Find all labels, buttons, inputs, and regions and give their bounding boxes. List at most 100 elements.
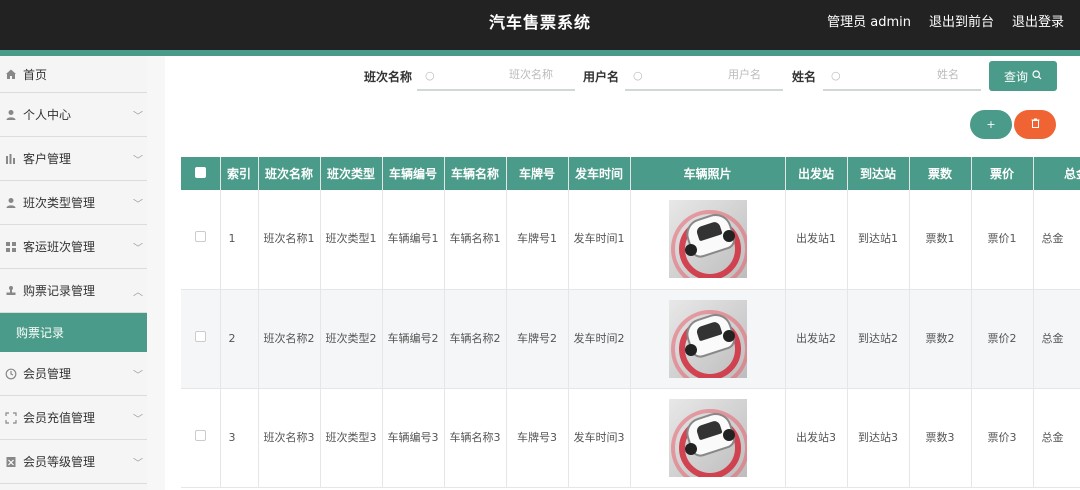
sidebar-item-ticket-records[interactable]: 购票记录管理 ︿	[0, 269, 147, 313]
table-cell: 票数3	[909, 388, 972, 488]
name-input[interactable]	[823, 68, 981, 81]
table-cell: 总金	[1033, 289, 1080, 389]
table-cell: 车辆名称3	[444, 388, 507, 488]
table-cell: 车辆编号2	[382, 289, 445, 389]
chart-icon	[4, 152, 18, 166]
table-cell: 票数1	[909, 190, 972, 290]
column-header: 出发站	[785, 157, 848, 190]
search-icon: ○	[633, 69, 643, 82]
table-cell: 车牌号3	[506, 388, 569, 488]
content-gutter	[147, 56, 165, 490]
column-header: 车辆照片	[630, 157, 786, 190]
name-field[interactable]: ○	[823, 60, 981, 91]
sidebar-item-shift-type[interactable]: 班次类型管理 ﹀	[0, 181, 147, 225]
sidebar-item-label: 购票记录管理	[23, 284, 96, 298]
chevron-down-icon: ﹀	[133, 111, 143, 122]
table-cell: 班次名称2	[258, 289, 321, 389]
username-field[interactable]: ○	[625, 60, 783, 91]
add-button[interactable]: +	[970, 110, 1012, 139]
delete-button[interactable]	[1014, 110, 1056, 139]
row-checkbox[interactable]	[194, 231, 206, 243]
select-all-checkbox[interactable]	[194, 166, 206, 178]
chevron-up-icon: ︿	[133, 287, 143, 298]
table-cell: 车辆名称2	[444, 289, 507, 389]
select-all-header[interactable]	[181, 157, 221, 190]
sidebar-item-members[interactable]: 会员管理 ﹀	[0, 352, 147, 396]
table-cell: 车牌号1	[506, 190, 569, 290]
sidebar-item-home[interactable]: 首页	[0, 56, 147, 93]
ticket-records-table: 索引 班次名称 班次类型 车辆编号 车辆名称 车牌号 发车时间 车辆照片 出发站…	[181, 157, 1080, 490]
top-header: 汽车售票系统 管理员 admin 退出到前台 退出登录	[0, 0, 1080, 50]
table-cell: 出发站2	[785, 289, 848, 389]
table-cell: 总金	[1033, 388, 1080, 488]
table-cell: 出发站3	[785, 388, 848, 488]
sidebar-item-label: 客运班次管理	[23, 240, 96, 254]
table-cell: 发车时间1	[568, 190, 631, 290]
vehicle-photo[interactable]	[668, 200, 747, 279]
vehicle-photo-cell	[630, 190, 786, 290]
search-icon	[1032, 69, 1042, 83]
row-checkbox[interactable]	[194, 429, 206, 441]
username-input[interactable]	[625, 68, 783, 81]
user-icon	[4, 196, 18, 210]
stamp-icon	[4, 284, 18, 298]
sidebar-item-label: 会员等级管理	[23, 455, 96, 469]
search-label-shift-name: 班次名称	[364, 70, 413, 84]
table-cell: 班次名称3	[258, 388, 321, 488]
search-icon: ○	[425, 69, 435, 82]
row-select-cell[interactable]	[181, 190, 221, 290]
vehicle-photo[interactable]	[668, 398, 747, 477]
table-cell: 票价2	[971, 289, 1034, 389]
shift-name-field[interactable]: ○	[417, 60, 575, 91]
column-header: 班次类型	[320, 157, 383, 190]
table-cell: 班次类型1	[320, 190, 383, 290]
sidebar-item-label: 客户管理	[23, 152, 72, 166]
logout-link[interactable]: 退出登录	[1012, 11, 1064, 30]
table-cell: 发车时间2	[568, 289, 631, 389]
search-label-name: 姓名	[792, 70, 817, 84]
table-cell: 车牌号2	[506, 289, 569, 389]
table-cell: 到达站1	[847, 190, 910, 290]
table-header-row: 索引 班次名称 班次类型 车辆编号 车辆名称 车牌号 发车时间 车辆照片 出发站…	[181, 157, 1080, 190]
row-checkbox[interactable]	[194, 330, 206, 342]
sidebar-subitem-ticket-record[interactable]: 购票记录	[0, 313, 147, 352]
table-cell: 票数2	[909, 289, 972, 389]
vehicle-photo-cell	[630, 388, 786, 488]
chevron-down-icon: ﹀	[133, 155, 143, 166]
table-row: 3 班次名称3 班次类型3 车辆编号3 车辆名称3 车牌号3 发车时间3 出发站…	[181, 388, 1080, 488]
index-cell: 2	[220, 289, 259, 389]
column-header: 到达站	[847, 157, 910, 190]
sidebar-item-member-recharge[interactable]: 会员充值管理 ﹀	[0, 396, 147, 440]
row-select-cell[interactable]	[181, 388, 221, 488]
sidebar-item-label: 会员充值管理	[23, 411, 96, 425]
vehicle-photo-cell	[630, 289, 786, 389]
table-cell: 票价3	[971, 388, 1034, 488]
sidebar-item-label: 会员管理	[23, 367, 72, 381]
column-header: 索引	[220, 157, 259, 190]
user-icon	[4, 108, 18, 122]
chevron-down-icon: ﹀	[133, 370, 143, 381]
query-button[interactable]: 查询	[989, 61, 1057, 91]
table-cell: 总金	[1033, 190, 1080, 290]
sidebar-item-personal-center[interactable]: 个人中心 ﹀	[0, 93, 147, 137]
grid-icon	[4, 240, 18, 254]
chevron-down-icon: ﹀	[133, 414, 143, 425]
vehicle-photo[interactable]	[668, 299, 747, 378]
frame-icon	[4, 411, 18, 425]
exit-to-front-link[interactable]: 退出到前台	[929, 11, 994, 30]
sidebar-item-label: 首页	[23, 67, 48, 82]
column-header: 发车时间	[568, 157, 631, 190]
admin-user-label[interactable]: 管理员 admin	[827, 11, 911, 30]
sidebar-item-member-level[interactable]: 会员等级管理 ﹀	[0, 440, 147, 484]
shift-name-input[interactable]	[417, 68, 575, 81]
sidebar-item-customer[interactable]: 客户管理 ﹀	[0, 137, 147, 181]
sidebar-item-passenger-shift[interactable]: 客运班次管理 ﹀	[0, 225, 147, 269]
column-header: 票数	[909, 157, 972, 190]
trash-icon	[1031, 118, 1040, 131]
column-header: 车牌号	[506, 157, 569, 190]
table-row: 1 班次名称1 班次类型1 车辆编号1 车辆名称1 车牌号1 发车时间1 出发站…	[181, 190, 1080, 290]
column-header: 票价	[971, 157, 1034, 190]
column-header: 车辆编号	[382, 157, 445, 190]
table-cell: 到达站3	[847, 388, 910, 488]
row-select-cell[interactable]	[181, 289, 221, 389]
